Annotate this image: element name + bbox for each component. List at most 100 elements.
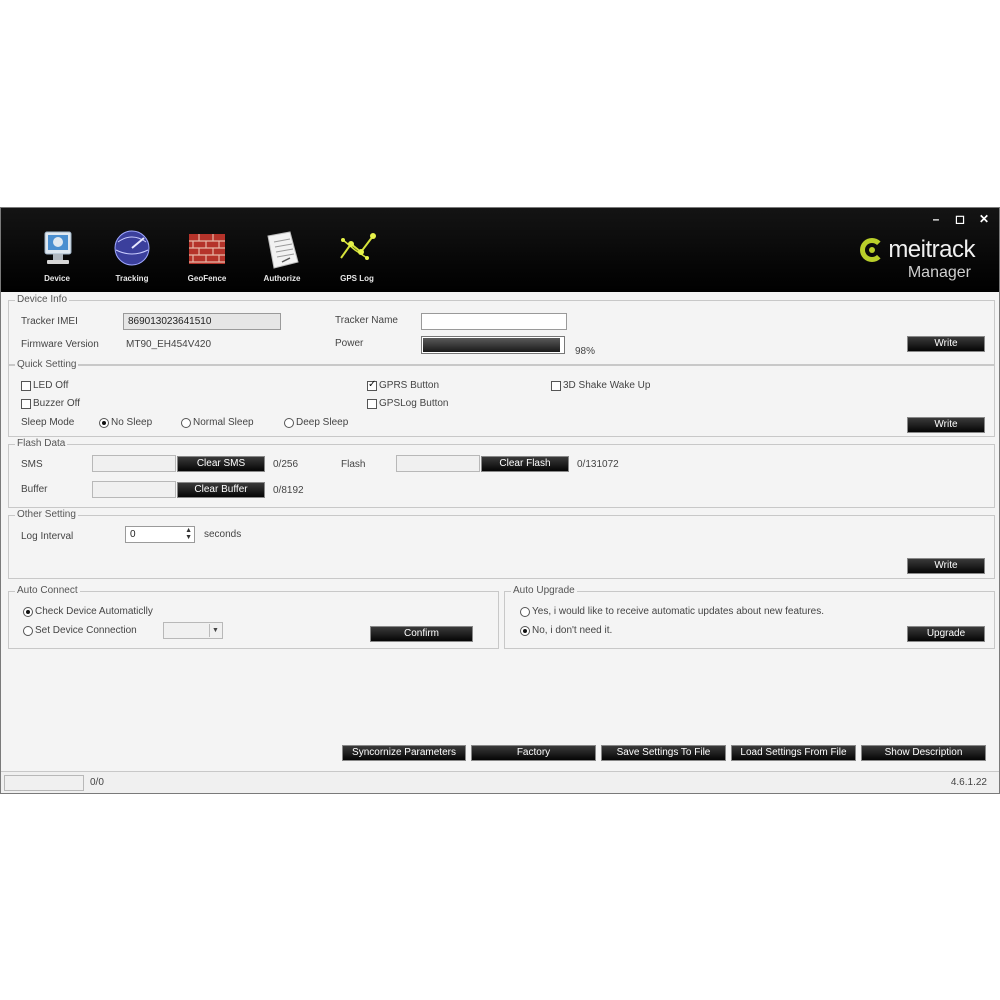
deep-sleep-radio[interactable]: Deep Sleep xyxy=(284,417,348,428)
quick-write-button[interactable]: Write xyxy=(907,417,985,433)
no-sleep-dot xyxy=(99,417,109,428)
upgrade-no-label: No, i don't need it. xyxy=(532,625,613,636)
sms-label: SMS xyxy=(21,459,43,470)
tracker-name-input[interactable] xyxy=(421,313,567,330)
save-settings-button[interactable]: Save Settings To File xyxy=(601,745,726,761)
gpslog-button-box xyxy=(367,398,377,409)
factory-button[interactable]: Factory xyxy=(471,745,596,761)
normal-sleep-dot xyxy=(181,417,191,428)
device-info-group: Device Info xyxy=(8,294,995,365)
minimize-button[interactable]: – xyxy=(929,212,943,226)
flash-label: Flash xyxy=(341,459,366,470)
imei-field[interactable]: 869013023641510 xyxy=(123,313,281,330)
toolbar-geofence-label: GeoFence xyxy=(187,274,227,283)
set-connection-radio[interactable]: Set Device Connection xyxy=(23,625,137,636)
device-write-button[interactable]: Write xyxy=(907,336,985,352)
device-info-title: Device Info xyxy=(15,294,70,305)
other-setting-group: Other Setting xyxy=(8,509,995,579)
set-connection-dot xyxy=(23,625,33,636)
toolbar-authorize-button[interactable]: Authorize xyxy=(252,226,312,286)
clear-buffer-button[interactable]: Clear Buffer xyxy=(177,482,265,498)
connection-select[interactable]: ▼ xyxy=(163,622,223,639)
gprs-button-label: GPRS Button xyxy=(379,380,440,391)
sms-count: 0/256 xyxy=(273,459,299,470)
power-progress-fill xyxy=(423,338,561,352)
clear-flash-button[interactable]: Clear Flash xyxy=(481,456,569,472)
quick-setting-title: Quick Setting xyxy=(15,359,79,370)
imei-label: Tracker IMEI xyxy=(21,316,78,327)
led-off-checkbox[interactable]: LED Off xyxy=(21,380,68,391)
other-write-button[interactable]: Write xyxy=(907,558,985,574)
brand-subtitle: Manager xyxy=(907,264,971,281)
log-interval-value: 0 xyxy=(130,529,136,540)
deep-sleep-dot xyxy=(284,417,294,428)
status-bar: 0/0 4.6.1.22 xyxy=(1,771,999,793)
other-setting-title: Other Setting xyxy=(15,509,78,520)
set-connection-label: Set Device Connection xyxy=(35,625,137,636)
gprs-button-box xyxy=(367,379,377,391)
shake-wake-label: 3D Shake Wake Up xyxy=(563,380,651,391)
upgrade-yes-dot xyxy=(520,606,530,617)
gprs-button-checkbox[interactable]: GPRS Button xyxy=(367,379,440,391)
sms-field xyxy=(92,455,176,472)
tracker-name-label: Tracker Name xyxy=(335,315,398,326)
seconds-label: seconds xyxy=(204,529,242,540)
log-interval-label: Log Interval xyxy=(21,531,74,542)
check-auto-dot xyxy=(23,606,33,617)
normal-sleep-radio[interactable]: Normal Sleep xyxy=(181,417,254,428)
gpslog-button-checkbox[interactable]: GPSLog Button xyxy=(367,398,449,409)
buzzer-off-checkbox[interactable]: Buzzer Off xyxy=(21,398,80,409)
upgrade-yes-label: Yes, i would like to receive automatic u… xyxy=(532,606,825,617)
check-auto-label: Check Device Automaticlly xyxy=(35,606,153,617)
brand-name: meitrack xyxy=(888,236,975,263)
upgrade-no-radio[interactable]: No, i don't need it. xyxy=(520,625,612,636)
upgrade-button[interactable]: Upgrade xyxy=(907,626,985,642)
status-progress-bar xyxy=(4,775,84,791)
quick-setting-group: Quick Setting xyxy=(8,359,995,437)
spinner-arrows-icon[interactable]: ▲ ▼ xyxy=(185,527,192,541)
flash-data-title: Flash Data xyxy=(15,438,68,449)
firmware-value: MT90_EH454V420 xyxy=(126,339,212,350)
flash-field xyxy=(396,455,480,472)
computer-icon xyxy=(44,231,72,264)
toolbar-device-button[interactable]: Device xyxy=(27,226,87,286)
sleep-mode-label: Sleep Mode xyxy=(21,417,75,428)
firmware-label: Firmware Version xyxy=(21,339,99,350)
flash-count: 0/131072 xyxy=(577,459,619,470)
document-icon xyxy=(267,231,299,269)
status-progress-text: 0/0 xyxy=(90,777,104,788)
toolbar: – ◻ ✕ Device Tracking GeoFence Authorize… xyxy=(1,208,999,292)
toolbar-device-label: Device xyxy=(44,274,70,283)
shake-wake-checkbox[interactable]: 3D Shake Wake Up xyxy=(551,380,650,391)
toolbar-tracking-label: Tracking xyxy=(115,274,149,283)
meitrack-logo-icon xyxy=(860,238,885,262)
toolbar-authorize-label: Authorize xyxy=(263,274,301,283)
upgrade-yes-radio[interactable]: Yes, i would like to receive automatic u… xyxy=(520,606,824,617)
buffer-count: 0/8192 xyxy=(273,485,304,496)
no-sleep-radio[interactable]: No Sleep xyxy=(99,417,152,428)
sync-parameters-button[interactable]: Syncornize Parameters xyxy=(342,745,466,761)
load-settings-button[interactable]: Load Settings From File xyxy=(731,745,856,761)
toolbar-geofence-button[interactable]: GeoFence xyxy=(177,226,237,286)
restore-button[interactable]: ◻ xyxy=(953,212,967,226)
brand-logo: meitrack Manager xyxy=(845,236,975,286)
toolbar-tracking-button[interactable]: Tracking xyxy=(102,226,162,286)
main-window: – ◻ ✕ Device Tracking GeoFence Authorize… xyxy=(0,207,1000,794)
show-description-button[interactable]: Show Description xyxy=(861,745,986,761)
no-sleep-label: No Sleep xyxy=(111,417,153,428)
close-button[interactable]: ✕ xyxy=(977,212,991,226)
log-interval-spinner[interactable]: 0 ▲ ▼ xyxy=(125,526,195,543)
power-progress-bar xyxy=(421,336,565,354)
normal-sleep-label: Normal Sleep xyxy=(193,417,254,428)
deep-sleep-label: Deep Sleep xyxy=(296,417,349,428)
buffer-label: Buffer xyxy=(21,484,48,495)
version-label: 4.6.1.22 xyxy=(950,777,987,788)
auto-upgrade-title: Auto Upgrade xyxy=(511,585,577,596)
check-auto-radio[interactable]: Check Device Automaticlly xyxy=(23,606,153,617)
upgrade-no-dot xyxy=(520,625,530,636)
toolbar-gpslog-button[interactable]: GPS Log xyxy=(327,226,387,286)
confirm-button[interactable]: Confirm xyxy=(370,626,473,642)
clear-sms-button[interactable]: Clear SMS xyxy=(177,456,265,472)
chevron-down-icon: ▼ xyxy=(209,624,221,637)
buzzer-off-label: Buzzer Off xyxy=(33,398,81,409)
